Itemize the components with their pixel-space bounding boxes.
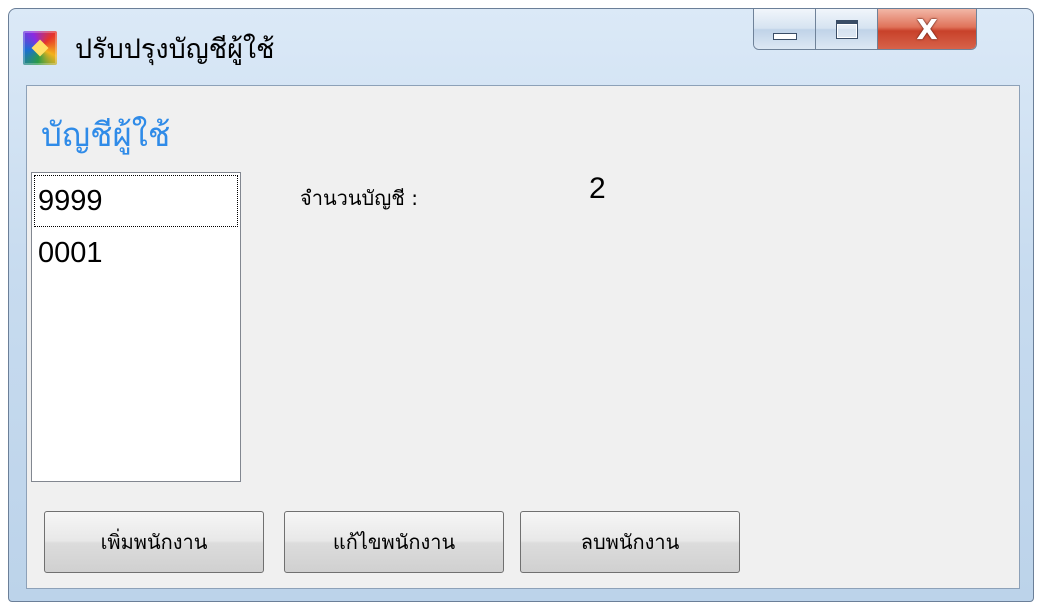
list-item[interactable]: 9999 <box>34 175 238 227</box>
app-icon <box>23 31 57 65</box>
maximize-button[interactable] <box>816 9 878 49</box>
list-item[interactable]: 0001 <box>34 227 238 279</box>
delete-employee-button[interactable]: ลบพนักงาน <box>520 511 740 573</box>
window-controls: X <box>753 9 977 50</box>
client-area: บัญชีผู้ใช้ 9999 0001 จำนวนบัญชี : 2 เพิ… <box>26 85 1020 589</box>
account-count-value: 2 <box>589 172 606 205</box>
account-count-label: จำนวนบัญชี : <box>300 186 418 210</box>
close-button[interactable]: X <box>878 9 976 49</box>
section-heading: บัญชีผู้ใช้ <box>41 115 171 154</box>
window-title: ปรับปรุงบัญชีผู้ใช้ <box>75 34 275 65</box>
maximize-icon <box>835 19 858 39</box>
minimize-button[interactable] <box>754 9 816 49</box>
minimize-icon <box>772 32 797 40</box>
edit-employee-button[interactable]: แก้ไขพนักงาน <box>284 511 504 573</box>
title-bar[interactable]: ปรับปรุงบัญชีผู้ใช้ X <box>9 9 1033 85</box>
close-icon: X <box>916 12 938 46</box>
account-list[interactable]: 9999 0001 <box>31 172 241 482</box>
account-window: ปรับปรุงบัญชีผู้ใช้ X บัญชีผู้ใช้ 9999 0… <box>8 8 1034 602</box>
add-employee-button[interactable]: เพิ่มพนักงาน <box>44 511 264 573</box>
